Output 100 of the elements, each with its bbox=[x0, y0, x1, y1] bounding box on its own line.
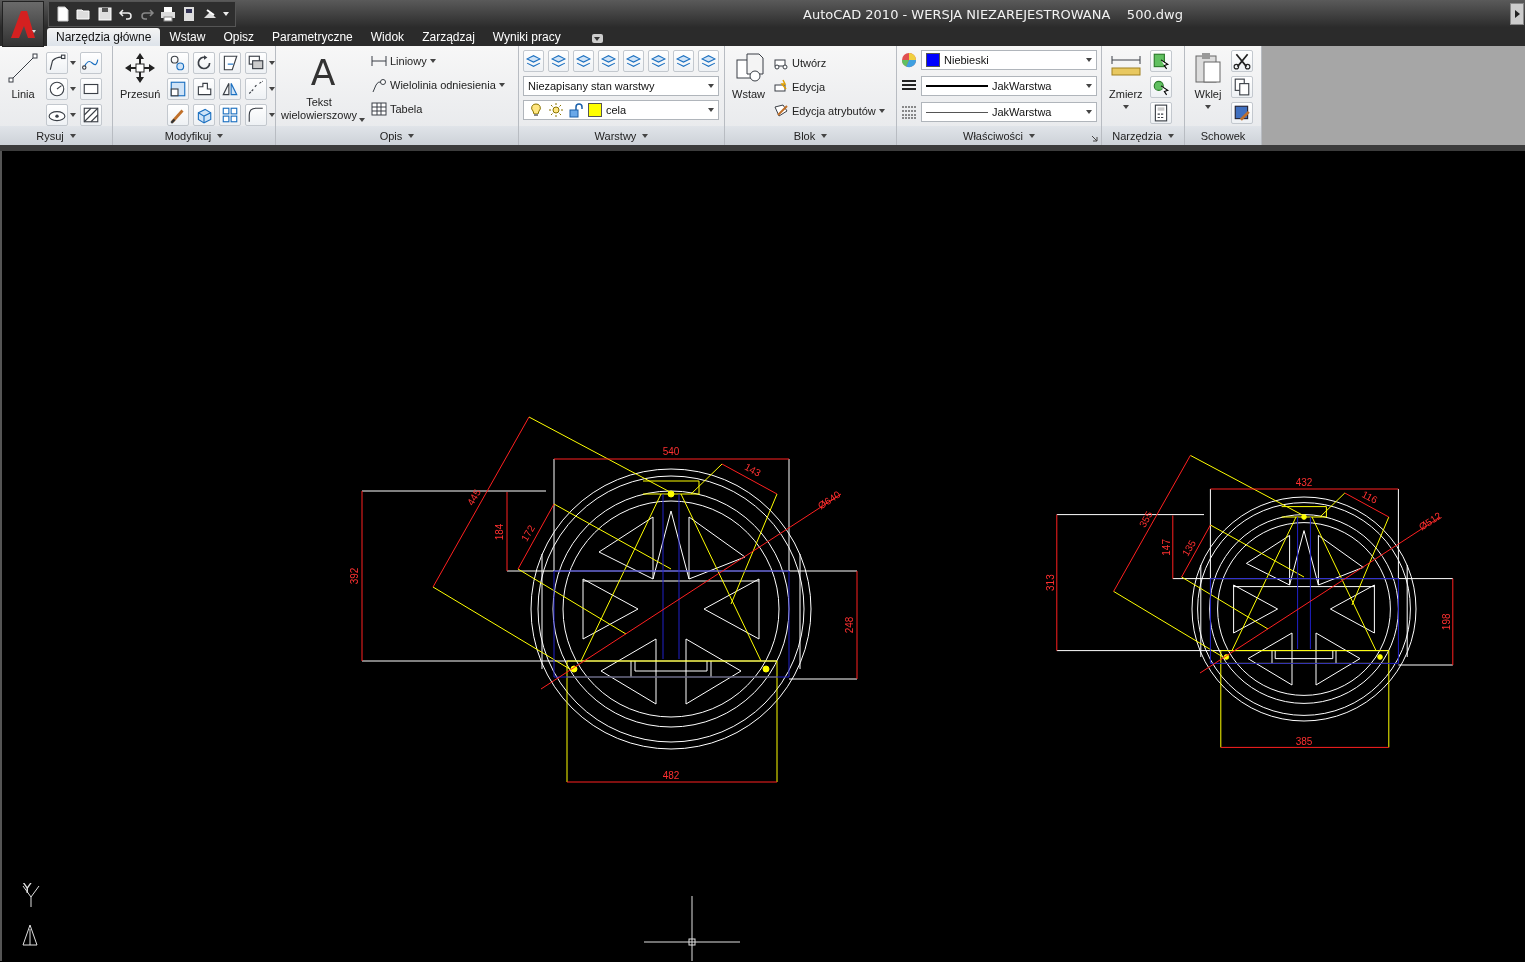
caret-icon[interactable] bbox=[1167, 133, 1174, 138]
copy-icon[interactable] bbox=[167, 52, 190, 74]
printer-icon[interactable] bbox=[160, 6, 176, 22]
panel-title[interactable]: Blok bbox=[725, 126, 896, 145]
table-icon[interactable] bbox=[371, 101, 387, 117]
edit-block-button[interactable]: Edycja bbox=[772, 76, 886, 98]
caret-icon[interactable] bbox=[878, 109, 885, 113]
save-icon[interactable] bbox=[97, 6, 113, 22]
brush-icon[interactable] bbox=[167, 104, 190, 126]
caret-icon[interactable] bbox=[708, 84, 714, 88]
lock-icon[interactable] bbox=[568, 102, 584, 118]
create-block-button[interactable]: Utwórz bbox=[772, 52, 886, 74]
application-menu-button[interactable] bbox=[2, 1, 44, 47]
caret-icon[interactable] bbox=[642, 133, 649, 138]
panel-title[interactable]: Modyfikuj bbox=[113, 126, 275, 145]
layer-dropdown[interactable]: cela bbox=[523, 100, 719, 120]
linetype-icon[interactable] bbox=[901, 104, 917, 120]
bulb-icon[interactable] bbox=[528, 102, 544, 118]
dialog-launcher-icon[interactable] bbox=[1091, 135, 1098, 142]
multileader-button[interactable]: Wielolinia odniesienia bbox=[370, 74, 506, 96]
caret-icon[interactable] bbox=[429, 59, 436, 63]
caret-icon[interactable] bbox=[1086, 84, 1092, 88]
linetype-dropdown[interactable]: JakWarstwa bbox=[921, 76, 1097, 96]
linear-dimension-button[interactable]: Liniowy bbox=[370, 50, 506, 72]
spline-icon[interactable] bbox=[80, 52, 102, 74]
caret-icon[interactable] bbox=[70, 113, 76, 117]
panel-title[interactable]: Warstwy bbox=[519, 126, 724, 145]
measure-button[interactable]: Zmierz bbox=[1106, 50, 1146, 111]
panel-title[interactable]: Narzędzia bbox=[1102, 126, 1184, 145]
caret-icon[interactable] bbox=[1086, 58, 1092, 62]
array-icon[interactable] bbox=[219, 104, 242, 126]
line-button[interactable]: Linia bbox=[4, 50, 42, 103]
mirror-icon[interactable] bbox=[219, 78, 242, 100]
publish-icon[interactable] bbox=[181, 6, 197, 22]
sun-icon[interactable] bbox=[548, 102, 564, 118]
layers-stack-icon[interactable] bbox=[245, 52, 268, 74]
select-objects-icon[interactable] bbox=[1149, 76, 1172, 98]
ribbon-tab[interactable]: Narzędzia główne bbox=[47, 28, 161, 46]
ribbon-tab[interactable]: Opisz bbox=[214, 28, 264, 46]
layer-tool-icon[interactable] bbox=[598, 50, 619, 72]
quick-select-icon[interactable] bbox=[1149, 50, 1172, 72]
caret-icon[interactable] bbox=[1086, 110, 1092, 114]
edit-attributes-button[interactable]: Edycja atrybutów bbox=[772, 100, 886, 122]
layer-state-dropdown[interactable]: Niezapisany stan warstwy bbox=[523, 76, 719, 96]
caret-icon[interactable] bbox=[498, 83, 505, 87]
ribbon-tab[interactable]: Wyniki pracy bbox=[483, 28, 570, 46]
trim-icon[interactable] bbox=[219, 52, 242, 74]
layer-tool-icon[interactable] bbox=[523, 50, 544, 72]
box-icon[interactable] bbox=[193, 104, 216, 126]
scissors-icon[interactable] bbox=[1231, 50, 1253, 72]
copy-icon[interactable] bbox=[1231, 76, 1253, 98]
caret-icon[interactable] bbox=[1028, 133, 1035, 138]
polyline-icon[interactable] bbox=[46, 52, 68, 74]
rotate-icon[interactable] bbox=[193, 52, 216, 74]
caret-icon[interactable] bbox=[1205, 105, 1211, 109]
color-dropdown[interactable]: Niebieski bbox=[921, 50, 1097, 70]
caret-icon[interactable] bbox=[69, 133, 76, 138]
circle-icon[interactable] bbox=[46, 78, 68, 100]
match-properties-icon[interactable] bbox=[1231, 102, 1253, 124]
ribbon-tab[interactable]: Widok bbox=[361, 28, 414, 46]
caret-icon[interactable] bbox=[359, 118, 365, 122]
panel-title[interactable]: Opis bbox=[276, 126, 518, 145]
layer-tool-icon[interactable] bbox=[573, 50, 594, 72]
caret-icon[interactable] bbox=[1122, 105, 1129, 109]
dimension-icon[interactable] bbox=[371, 53, 387, 69]
new-file-icon[interactable] bbox=[55, 6, 71, 22]
calculator-icon[interactable] bbox=[1149, 102, 1172, 124]
line-icon[interactable] bbox=[7, 52, 39, 84]
stretch-icon[interactable] bbox=[193, 78, 216, 100]
scale-icon[interactable] bbox=[167, 78, 190, 100]
color-wheel-icon[interactable] bbox=[901, 52, 917, 68]
edit-block-icon[interactable] bbox=[773, 79, 789, 95]
hatch-icon[interactable] bbox=[80, 104, 102, 126]
caret-icon[interactable] bbox=[70, 61, 76, 65]
layer-tool-icon[interactable] bbox=[648, 50, 669, 72]
layer-tool-icon[interactable] bbox=[548, 50, 569, 72]
layer-tool-icon[interactable] bbox=[698, 50, 719, 72]
move-icon[interactable] bbox=[124, 52, 157, 84]
caret-icon[interactable] bbox=[821, 133, 828, 138]
scroll-right-button[interactable] bbox=[1510, 3, 1524, 25]
edit-attributes-icon[interactable] bbox=[773, 103, 789, 119]
caret-icon[interactable] bbox=[708, 108, 714, 112]
multiline-text-button[interactable]: A Tekst wielowierszowy bbox=[280, 54, 366, 122]
undo-icon[interactable] bbox=[118, 6, 134, 22]
caret-icon[interactable] bbox=[408, 133, 415, 138]
ribbon-tab[interactable]: Wstaw bbox=[160, 28, 215, 46]
redo-icon[interactable] bbox=[139, 6, 155, 22]
clipboard-icon[interactable] bbox=[1192, 52, 1224, 84]
panel-title[interactable]: Rysuj bbox=[0, 126, 112, 145]
leader-icon[interactable] bbox=[371, 77, 387, 93]
fillet-icon[interactable] bbox=[245, 104, 268, 126]
panel-title[interactable]: Właściwości bbox=[897, 126, 1101, 145]
layer-tool-icon[interactable] bbox=[673, 50, 694, 72]
minimize-ribbon-button[interactable] bbox=[591, 34, 603, 43]
rectangle-icon[interactable] bbox=[80, 78, 102, 100]
move-button[interactable]: Przesuń bbox=[117, 50, 164, 103]
caret-icon[interactable] bbox=[70, 87, 76, 91]
ribbon-tab[interactable]: Zarządzaj bbox=[413, 28, 484, 46]
panel-title[interactable]: Schowek bbox=[1185, 126, 1261, 145]
layer-tool-icon[interactable] bbox=[623, 50, 644, 72]
